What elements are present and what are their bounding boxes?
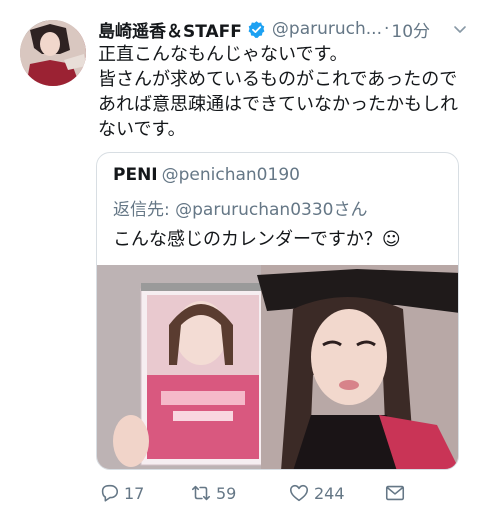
display-name[interactable]: 島崎遥香＆STAFF bbox=[98, 17, 242, 42]
retweet-icon bbox=[191, 485, 211, 501]
quoted-text: こんな感じのカレンダーですか？☺ bbox=[113, 229, 401, 250]
like-count: 244 bbox=[314, 483, 345, 503]
quoted-handle: @penichan0190 bbox=[161, 165, 300, 185]
caret-down-icon[interactable] bbox=[452, 21, 468, 37]
dm-icon bbox=[385, 485, 405, 501]
quoted-display-name: PENI bbox=[113, 165, 158, 185]
separator-dot: · bbox=[383, 19, 390, 39]
quoted-tweet[interactable]: PENI @penichan0190 返信先: @paruruchan0330さん… bbox=[96, 152, 459, 470]
timestamp[interactable]: 10分 bbox=[391, 17, 430, 42]
like-button[interactable]: 244 bbox=[288, 478, 345, 508]
tweet-actions: 17 59 244 bbox=[98, 478, 428, 508]
reply-count: 17 bbox=[124, 483, 145, 503]
direct-message-button[interactable] bbox=[384, 478, 410, 508]
media-photo bbox=[97, 265, 458, 469]
handle[interactable]: @paruruch... bbox=[272, 19, 382, 39]
verified-icon bbox=[248, 20, 265, 38]
reply-prefix: 返信先: bbox=[113, 200, 176, 220]
reply-button[interactable]: 17 bbox=[98, 478, 144, 508]
avatar-image bbox=[20, 20, 86, 86]
tweet-header: 島崎遥香＆STAFF @paruruch... · 10分 bbox=[98, 16, 468, 42]
reply-icon bbox=[101, 484, 119, 502]
quoted-header: PENI @penichan0190 bbox=[113, 165, 300, 185]
tweet-text: 正直こんなもんじゃないです。 皆さんが求めているものがこれであったのであれば意思… bbox=[98, 44, 458, 140]
quoted-reply-context: 返信先: @paruruchan0330さん bbox=[113, 195, 367, 220]
retweet-count: 59 bbox=[216, 483, 237, 503]
reply-to-handle[interactable]: @paruruchan0330さん bbox=[175, 200, 367, 220]
like-icon bbox=[289, 484, 309, 502]
avatar[interactable] bbox=[20, 20, 86, 86]
quoted-media-image[interactable] bbox=[97, 265, 458, 469]
retweet-button[interactable]: 59 bbox=[190, 478, 236, 508]
